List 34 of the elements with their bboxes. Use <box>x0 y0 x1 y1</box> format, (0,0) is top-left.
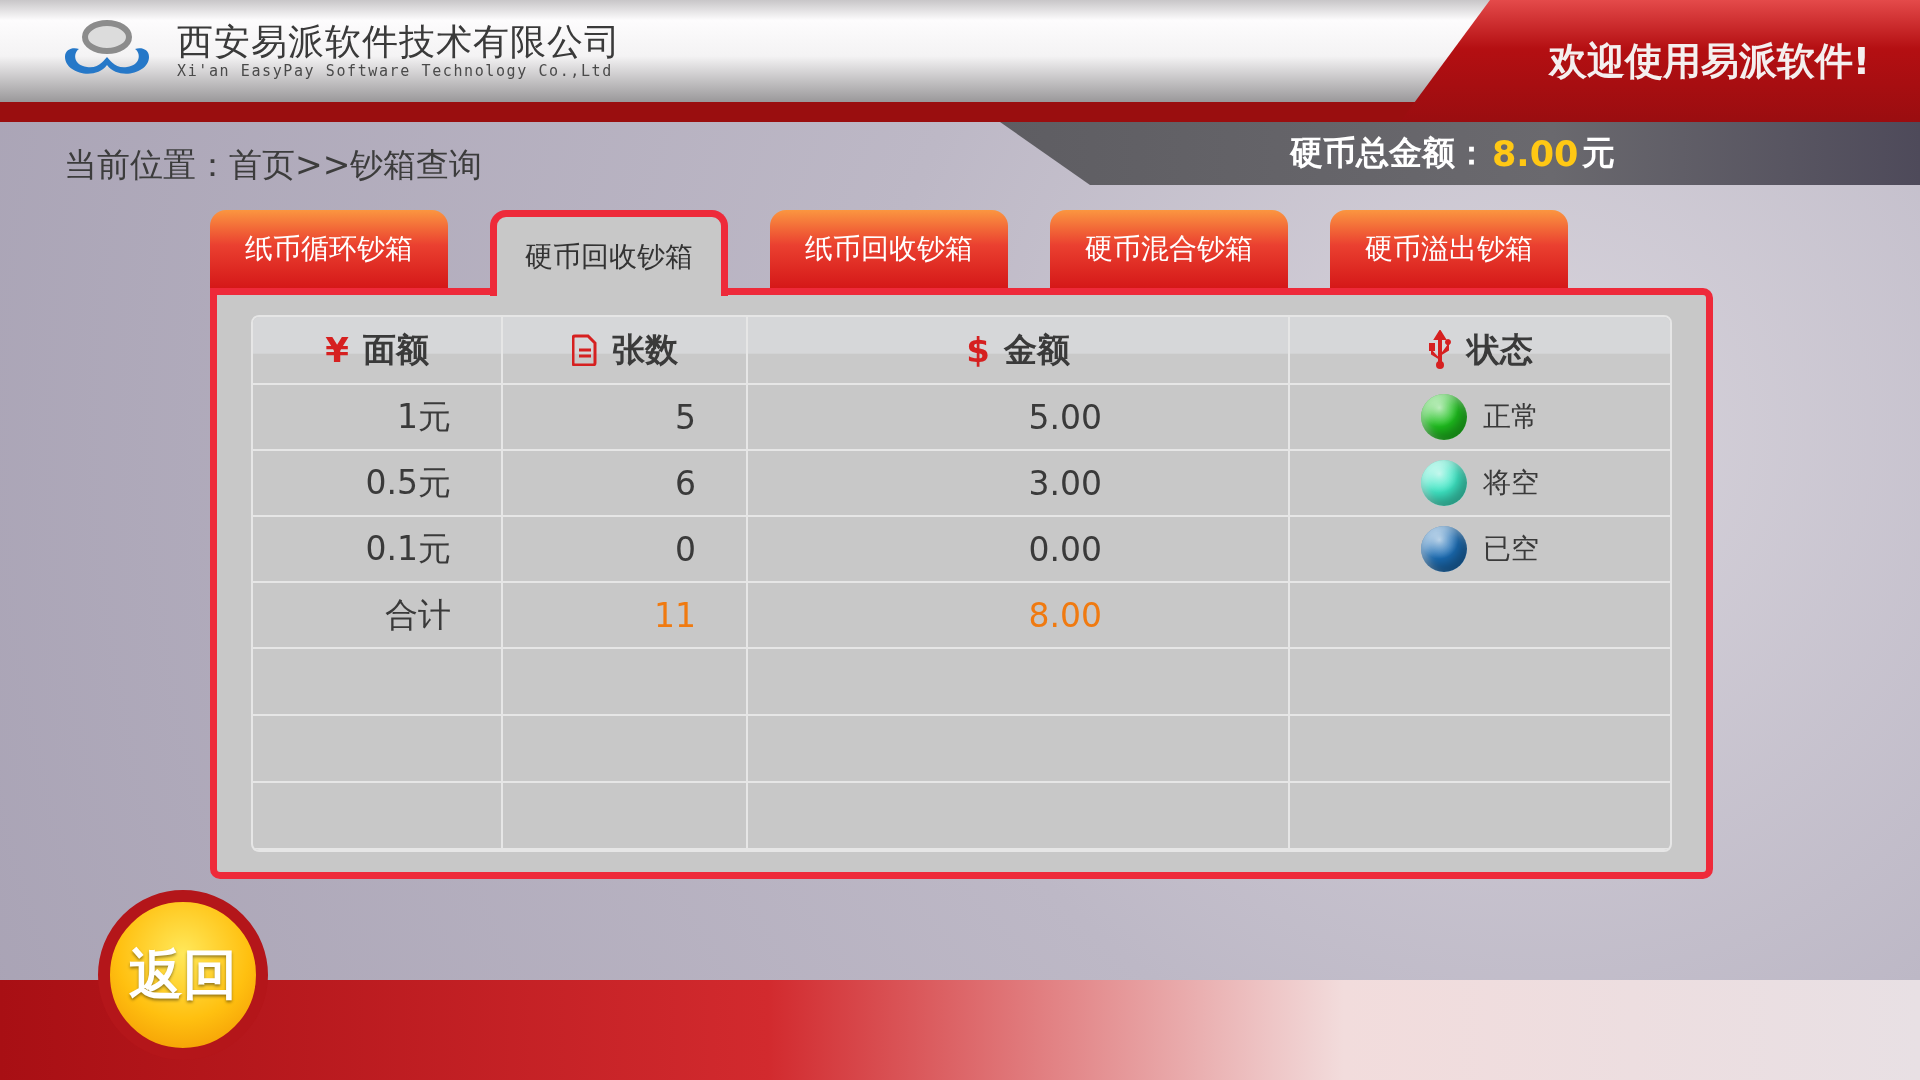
company-name: 西安易派软件技术有限公司 <box>177 22 621 62</box>
status-text: 正常 <box>1483 399 1539 435</box>
tab[interactable]: 纸币回收钞箱 <box>770 210 1008 288</box>
column-label: 面额 <box>362 328 429 371</box>
breadcrumb: 当前位置：首页>>钞箱查询 <box>63 144 483 186</box>
amount-value: 3.00 <box>1028 463 1102 503</box>
status-text: 将空 <box>1483 465 1539 501</box>
usb-icon <box>1427 330 1453 370</box>
count-value: 5 <box>675 397 696 437</box>
count-value: 6 <box>675 463 696 503</box>
amount-value: 5.00 <box>1028 397 1102 437</box>
coin-total-amount: 8.00 <box>1492 133 1579 174</box>
column-label: 状态 <box>1467 328 1533 371</box>
column-label: 金额 <box>1003 328 1070 371</box>
tab[interactable]: 硬币混合钞箱 <box>1050 210 1288 288</box>
currency-icon: $ <box>966 330 990 370</box>
status-text: 已空 <box>1483 531 1539 567</box>
amount-value: 0.00 <box>1028 529 1102 569</box>
document-icon <box>571 334 598 366</box>
tab[interactable]: 纸币循环钞箱 <box>210 210 448 288</box>
company-name-english: Xi'an EasyPay Software Technology Co.,Ltd <box>177 61 614 80</box>
table-cell: 合计 <box>253 583 503 649</box>
table-cell: 0.1元 <box>253 517 503 583</box>
tab[interactable]: 硬币溢出钞箱 <box>1330 210 1568 288</box>
currency-unit: 元 <box>1582 132 1616 174</box>
coin-total-label: 硬币总金额： <box>1290 132 1488 174</box>
count-value: 0 <box>675 529 696 569</box>
currency-icon: ¥ <box>325 330 349 370</box>
table-cell: 0.5元 <box>253 451 503 517</box>
tab[interactable]: 硬币回收钞箱 <box>490 210 728 296</box>
amount-value: 8.00 <box>1028 595 1102 635</box>
table-cell: 1元 <box>253 385 503 451</box>
column-label: 张数 <box>611 328 678 371</box>
count-value: 11 <box>654 595 696 635</box>
